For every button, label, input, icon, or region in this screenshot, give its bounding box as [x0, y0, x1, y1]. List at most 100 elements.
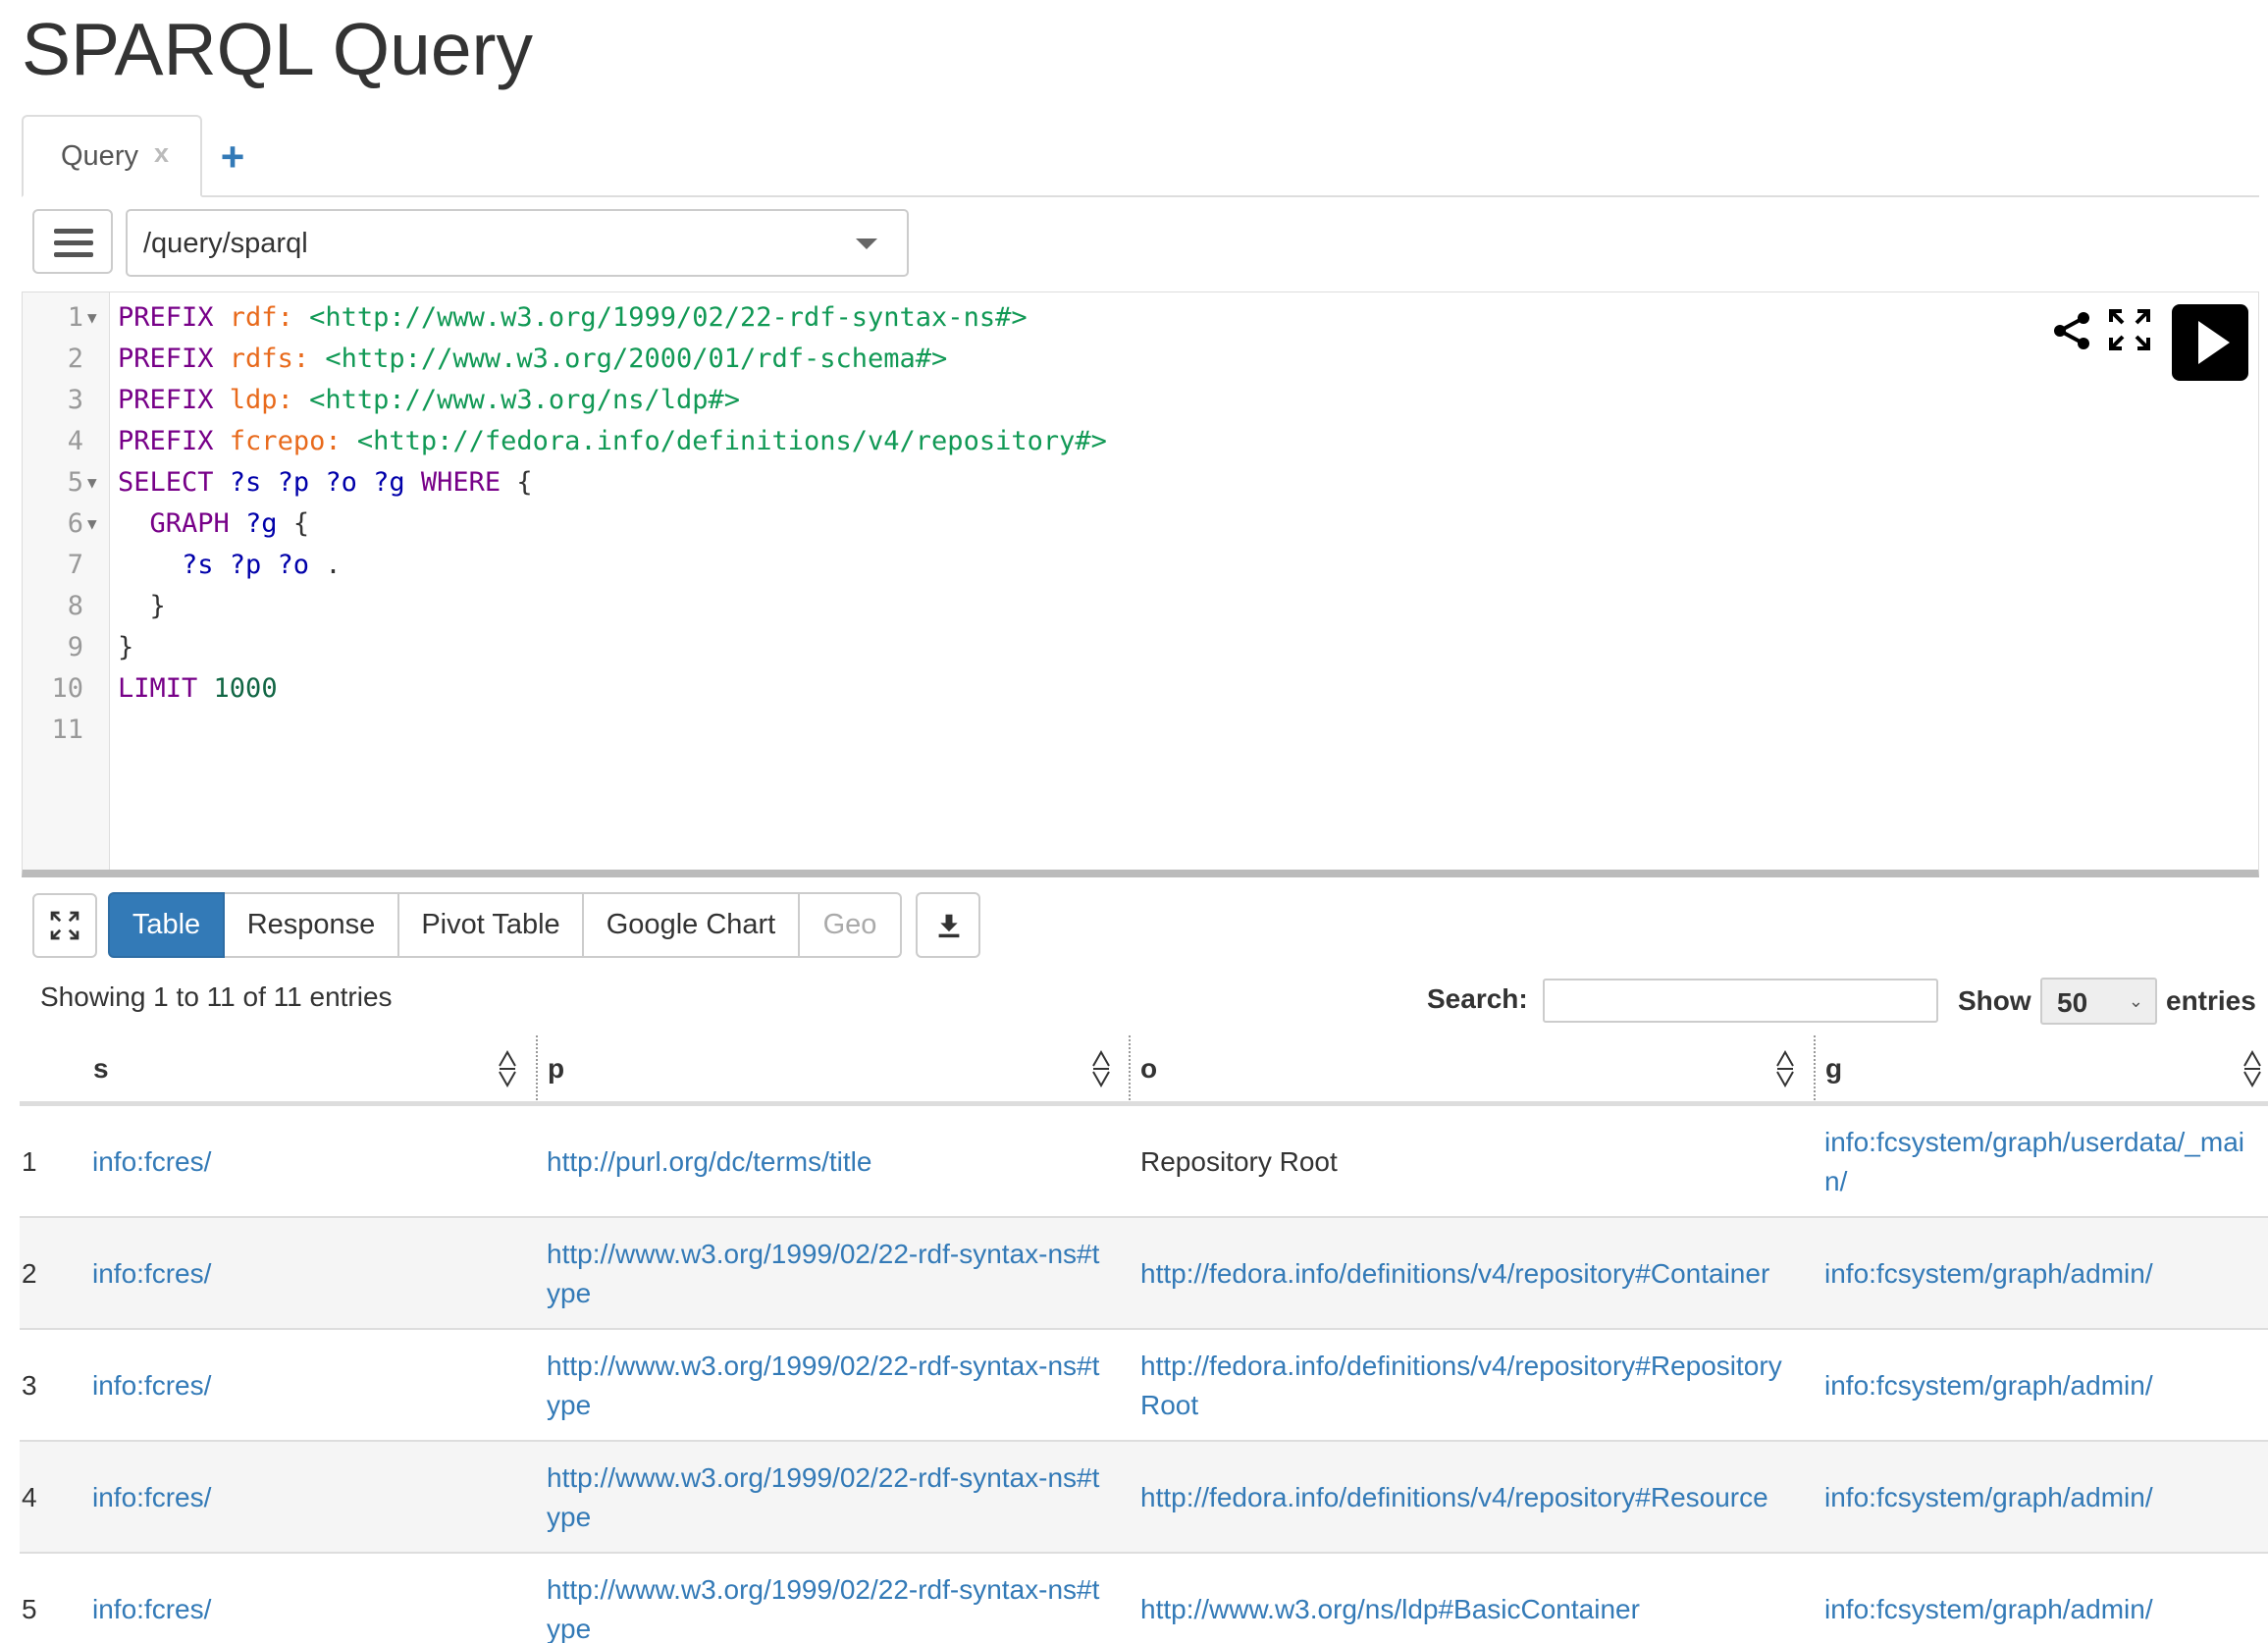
fold-arrow-icon[interactable]: ▼ — [87, 297, 97, 339]
column-header-p[interactable]: p — [538, 1035, 1129, 1106]
cell-p-link[interactable]: http://www.w3.org/1999/02/22-rdf-syntax-… — [547, 1570, 1099, 1643]
cell-o-link[interactable]: http://fedora.info/definitions/v4/reposi… — [1140, 1254, 1769, 1294]
sort-icon — [499, 1049, 516, 1088]
share-icon[interactable] — [2051, 310, 2092, 351]
cell-o-link[interactable]: http://fedora.info/definitions/v4/reposi… — [1140, 1478, 1768, 1517]
code-line[interactable]: 3 PREFIX ldp: <http://www.w3.org/ns/ldp#> — [23, 380, 2250, 421]
code-line[interactable]: 1 ▼ PREFIX rdf: <http://www.w3.org/1999/02… — [23, 297, 2250, 339]
view-pivot-table-button[interactable]: Pivot Table — [399, 892, 584, 958]
view-button-group: Table Response Pivot Table Google Chart … — [108, 892, 902, 958]
cell-text-line: info:fcres/ — [92, 1146, 212, 1177]
cell-g-link[interactable]: info:fcsystem/graph/admin/ — [1824, 1590, 2153, 1629]
view-google-chart-button[interactable]: Google Chart — [584, 892, 800, 958]
menu-button[interactable] — [32, 209, 113, 274]
code-line[interactable]: 5 ▼ SELECT ?s ?p ?o ?g WHERE { — [23, 462, 2250, 504]
download-icon — [938, 914, 960, 938]
cell-text-line: Repository Root — [1140, 1146, 1338, 1177]
code-line[interactable]: 8 } — [23, 586, 2250, 627]
row-number: 4 — [22, 1482, 37, 1512]
line-number: 4 — [67, 426, 83, 456]
code-token: GRAPH — [118, 508, 246, 539]
tab-bar: Query x + — [22, 115, 2259, 197]
cell-g-link[interactable]: info:fcsystem/graph/userdata/_mai n/ — [1824, 1123, 2244, 1201]
cell-text-line: http://purl.org/dc/terms/title — [547, 1146, 872, 1177]
cell-g-link[interactable]: info:fcsystem/graph/admin/ — [1824, 1366, 2153, 1405]
code-line[interactable]: 2 PREFIX rdfs: <http://www.w3.org/2000/01… — [23, 339, 2250, 380]
code-token: } — [118, 632, 134, 662]
cell-p-link[interactable]: http://www.w3.org/1999/02/22-rdf-syntax-… — [547, 1458, 1099, 1537]
cell-text-line: ype — [547, 1278, 592, 1308]
code-token: PREFIX — [118, 426, 230, 456]
download-button[interactable] — [916, 892, 980, 958]
cell-s-link[interactable]: info:fcres/ — [92, 1366, 211, 1405]
cell-text-line: info:fcres/ — [92, 1594, 212, 1624]
cell-g-link[interactable]: info:fcsystem/graph/admin/ — [1824, 1478, 2153, 1517]
cell-p-link[interactable]: http://www.w3.org/1999/02/22-rdf-syntax-… — [547, 1235, 1099, 1313]
code-text: LIMIT 1000 — [118, 668, 278, 710]
view-table-button[interactable]: Table — [108, 892, 225, 958]
page-length-select[interactable]: 50 ⌄ — [2040, 978, 2157, 1025]
tab-query[interactable]: Query x — [22, 115, 202, 197]
line-number: 8 — [67, 591, 83, 621]
code-token: 1000 — [213, 673, 278, 704]
cell-o: Repository Root — [1140, 1142, 1338, 1182]
code-line[interactable]: 11 — [23, 710, 2250, 751]
expand-results-button[interactable] — [32, 893, 97, 958]
cell-o-link[interactable]: http://fedora.info/definitions/v4/reposi… — [1140, 1347, 1782, 1425]
cell-s-link[interactable]: info:fcres/ — [92, 1590, 211, 1629]
code-text: PREFIX rdf: <http://www.w3.org/1999/02/2… — [118, 297, 1028, 339]
code-token: <http://fedora.info/definitions/v4/repos… — [356, 426, 1107, 456]
cell-s-link[interactable]: info:fcres/ — [92, 1254, 211, 1294]
chevron-down-icon — [856, 238, 877, 249]
cell-text-line: info:fcsystem/graph/userdata/_mai — [1824, 1127, 2244, 1157]
view-geo-button: Geo — [800, 892, 902, 958]
code-line[interactable]: 7 ?s ?p ?o . — [23, 545, 2250, 586]
fullscreen-icon[interactable] — [2108, 308, 2151, 351]
cell-text-line: info:fcsystem/graph/admin/ — [1824, 1594, 2153, 1624]
column-header-g[interactable]: g — [1816, 1035, 2268, 1106]
expand-icon — [50, 911, 79, 940]
code-token: <http://www.w3.org/ns/ldp#> — [309, 385, 740, 415]
code-token: SELECT — [118, 467, 230, 498]
table-row: 5 info:fcres/http://www.w3.org/1999/02/22… — [20, 1554, 2268, 1643]
fold-arrow-icon[interactable]: ▼ — [87, 462, 97, 504]
line-number: 2 — [67, 344, 83, 374]
code-line[interactable]: 9} — [23, 627, 2250, 668]
tab-close-icon[interactable]: x — [154, 138, 169, 169]
cell-o-link[interactable]: http://www.w3.org/ns/ldp#BasicContainer — [1140, 1590, 1640, 1629]
page-length-value: 50 — [2057, 987, 2088, 1018]
query-editor[interactable]: 1 ▼ PREFIX rdf: <http://www.w3.org/1999/02… — [22, 292, 2259, 877]
code-line[interactable]: 10 LIMIT 1000 — [23, 668, 2250, 710]
cell-p-link[interactable]: http://purl.org/dc/terms/title — [547, 1142, 871, 1182]
table-row: 1 info:fcres/http://purl.org/dc/terms/tit… — [20, 1106, 2268, 1218]
code-line[interactable]: 6 ▼ GRAPH ?g { — [23, 504, 2250, 545]
fold-arrow-icon[interactable]: ▼ — [87, 504, 97, 545]
table-row: 3 info:fcres/http://www.w3.org/1999/02/22… — [20, 1330, 2268, 1442]
cell-s-link[interactable]: info:fcres/ — [92, 1142, 211, 1182]
add-tab-button[interactable]: + — [208, 132, 257, 182]
code-text: PREFIX rdfs: <http://www.w3.org/2000/01/… — [118, 339, 947, 380]
code-token: { — [501, 467, 533, 498]
cell-text-line: http://fedora.info/definitions/v4/reposi… — [1140, 1482, 1768, 1512]
cell-g-link[interactable]: info:fcsystem/graph/admin/ — [1824, 1254, 2153, 1294]
endpoint-select[interactable]: /query/sparql — [126, 209, 909, 277]
search-input[interactable] — [1543, 979, 1938, 1023]
cell-s-link[interactable]: info:fcres/ — [92, 1478, 211, 1517]
code-line[interactable]: 4 PREFIX fcrepo: <http://fedora.info/defi… — [23, 421, 2250, 462]
column-header-o[interactable]: o — [1131, 1035, 1814, 1106]
view-response-button[interactable]: Response — [225, 892, 399, 958]
search-label: Search: — [1427, 983, 1528, 1014]
row-number: 2 — [22, 1258, 37, 1289]
run-query-button[interactable] — [2172, 304, 2248, 381]
code-token: PREFIX — [118, 385, 230, 415]
results-table-header: s p o g — [20, 1035, 2268, 1106]
code-text: PREFIX fcrepo: <http://fedora.info/defin… — [118, 421, 1107, 462]
column-header-s[interactable]: s — [20, 1035, 536, 1106]
code-token: ldp: — [229, 385, 293, 415]
cell-text-line: info:fcsystem/graph/admin/ — [1824, 1370, 2153, 1401]
code-token: } — [118, 591, 166, 621]
cell-text-line: ype — [547, 1614, 592, 1643]
cell-p-link[interactable]: http://www.w3.org/1999/02/22-rdf-syntax-… — [547, 1347, 1099, 1425]
